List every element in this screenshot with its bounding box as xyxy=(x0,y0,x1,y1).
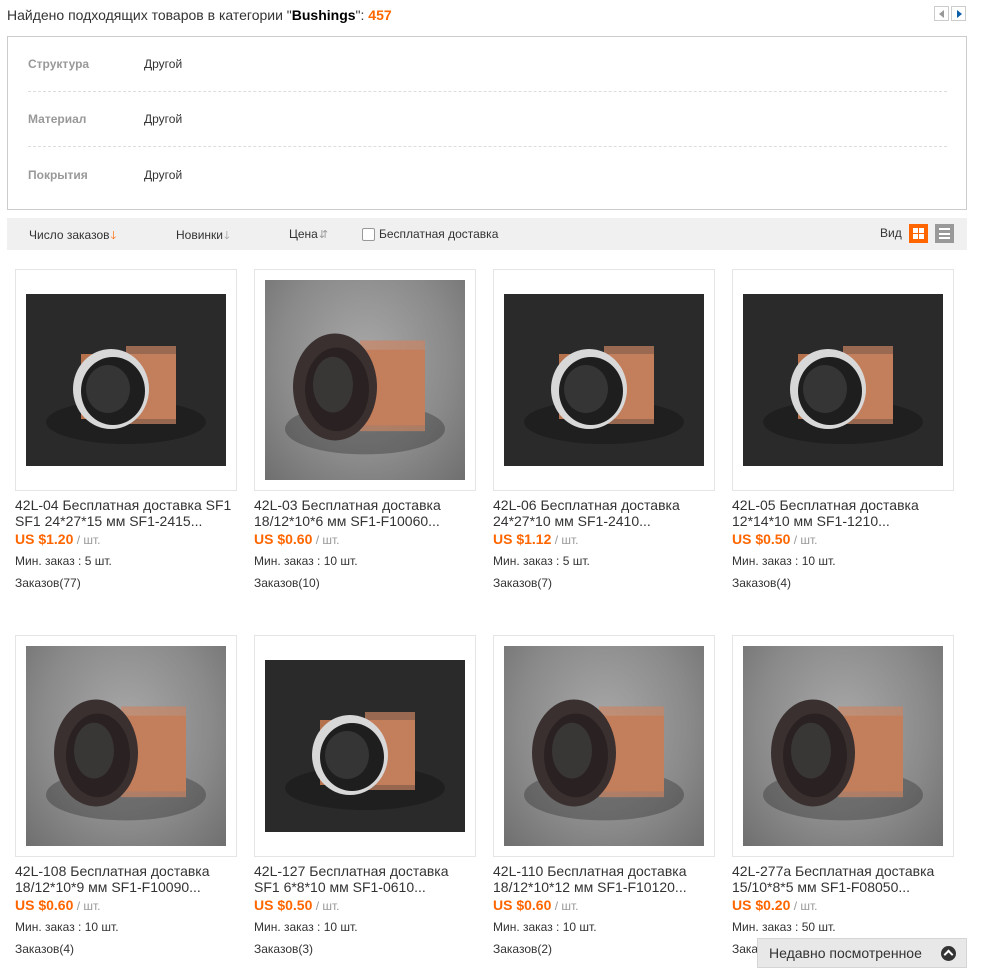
min-order: Мин. заказ : 10 шт. xyxy=(732,554,836,568)
product-price: US $0.50 / шт. xyxy=(732,531,818,547)
min-order: Мин. заказ : 50 шт. xyxy=(732,920,836,934)
product-card[interactable]: 42L-127 Бесплатная доставка SF1 6*8*10 м… xyxy=(254,635,476,968)
product-image-box[interactable] xyxy=(15,269,237,491)
min-order: Мин. заказ : 10 шт. xyxy=(15,920,119,934)
product-image-box[interactable] xyxy=(15,635,237,857)
product-image[interactable] xyxy=(26,294,226,466)
results-count: 457 xyxy=(368,7,392,23)
min-order: Мин. заказ : 5 шт. xyxy=(493,554,590,568)
product-title[interactable]: 42L-110 Бесплатная доставка 18/12*10*12 … xyxy=(493,863,717,895)
product-title[interactable]: 42L-05 Бесплатная доставка 12*14*10 мм S… xyxy=(732,497,956,529)
filter-value[interactable]: Другой xyxy=(144,168,182,182)
orders-count[interactable]: Заказов(7) xyxy=(493,576,552,590)
arrow-down-icon: 🡓 xyxy=(224,230,230,242)
product-title[interactable]: 42L-04 Бесплатная доставка SF1 SF1 24*27… xyxy=(15,497,239,529)
product-image[interactable] xyxy=(265,280,465,480)
filter-panel: Структура Другой Материал Другой Покрыти… xyxy=(7,36,967,210)
product-price: US $0.60 / шт. xyxy=(493,897,579,913)
view-label: Вид xyxy=(880,226,902,240)
product-image[interactable] xyxy=(743,294,943,466)
product-price: US $1.20 / шт. xyxy=(15,531,101,547)
sort-bar: Число заказов🡓 Новинки🡓 Цена⇵ Бесплатная… xyxy=(7,218,967,250)
grid-view-icon[interactable] xyxy=(909,224,928,243)
sort-by-new[interactable]: Новинки🡓 xyxy=(176,227,230,246)
filter-row-coating: Покрытия Другой xyxy=(28,147,947,202)
orders-count[interactable]: Заказов(3) xyxy=(254,942,313,956)
filter-name: Структура xyxy=(28,57,90,71)
min-order: Мин. заказ : 10 шт. xyxy=(254,920,358,934)
product-card[interactable]: 42L-110 Бесплатная доставка 18/12*10*12 … xyxy=(493,635,715,968)
recently-viewed-bar[interactable]: Недавно посмотренное xyxy=(757,938,967,968)
min-order: Мин. заказ : 10 шт. xyxy=(493,920,597,934)
results-summary: Найдено подходящих товаров в категории "… xyxy=(7,7,392,23)
orders-count[interactable]: Заказов(77) xyxy=(15,576,81,590)
free-shipping-filter[interactable]: Бесплатная доставка xyxy=(362,227,498,241)
product-price: US $0.60 / шт. xyxy=(15,897,101,913)
product-image-box[interactable] xyxy=(732,635,954,857)
sort-by-orders[interactable]: Число заказов🡓 xyxy=(29,227,116,246)
product-card[interactable]: 42L-06 Бесплатная доставка 24*27*10 мм S… xyxy=(493,269,715,609)
filter-row-structure: Структура Другой xyxy=(28,37,947,92)
product-card[interactable]: 42L-04 Бесплатная доставка SF1 SF1 24*27… xyxy=(15,269,237,609)
filter-name: Покрытия xyxy=(28,167,88,182)
sort-by-price[interactable]: Цена⇵ xyxy=(289,227,328,241)
product-card[interactable]: 42L-277a Бесплатная доставка 15/10*8*5 м… xyxy=(732,635,954,968)
product-price: US $0.50 / шт. xyxy=(254,897,340,913)
product-image-box[interactable] xyxy=(254,269,476,491)
product-title[interactable]: 42L-277a Бесплатная доставка 15/10*8*5 м… xyxy=(732,863,956,895)
product-title[interactable]: 42L-06 Бесплатная доставка 24*27*10 мм S… xyxy=(493,497,717,529)
product-title[interactable]: 42L-127 Бесплатная доставка SF1 6*8*10 м… xyxy=(254,863,478,895)
orders-count[interactable]: Заказов(10) xyxy=(254,576,320,590)
product-card[interactable]: 42L-05 Бесплатная доставка 12*14*10 мм S… xyxy=(732,269,954,609)
product-card[interactable]: 42L-03 Бесплатная доставка 18/12*10*6 мм… xyxy=(254,269,476,609)
product-image[interactable] xyxy=(504,646,704,846)
min-order: Мин. заказ : 5 шт. xyxy=(15,554,112,568)
min-order: Мин. заказ : 10 шт. xyxy=(254,554,358,568)
filter-name: Материал xyxy=(28,112,87,126)
orders-count[interactable]: Заказов(4) xyxy=(15,942,74,956)
product-card[interactable]: 42L-108 Бесплатная доставка 18/12*10*9 м… xyxy=(15,635,237,968)
product-image[interactable] xyxy=(26,646,226,846)
product-image-box[interactable] xyxy=(493,635,715,857)
prev-page-button[interactable] xyxy=(934,6,949,21)
product-image-box[interactable] xyxy=(493,269,715,491)
category-name: Bushings xyxy=(291,7,356,23)
filter-row-material: Материал Другой xyxy=(28,92,947,147)
orders-count[interactable]: Заказов(2) xyxy=(493,942,552,956)
arrow-down-icon: 🡓 xyxy=(110,230,117,242)
product-image[interactable] xyxy=(743,646,943,846)
free-shipping-checkbox[interactable] xyxy=(362,227,375,241)
chevron-up-icon[interactable] xyxy=(941,946,956,961)
product-price: US $0.20 / шт. xyxy=(732,897,818,913)
product-image[interactable] xyxy=(504,294,704,466)
pager xyxy=(934,6,966,21)
orders-count[interactable]: Заказов(4) xyxy=(732,576,791,590)
product-title[interactable]: 42L-03 Бесплатная доставка 18/12*10*6 мм… xyxy=(254,497,478,529)
list-view-icon[interactable] xyxy=(935,224,954,243)
next-page-button[interactable] xyxy=(951,6,966,21)
product-image-box[interactable] xyxy=(732,269,954,491)
filter-value[interactable]: Другой xyxy=(144,112,182,126)
product-title[interactable]: 42L-108 Бесплатная доставка 18/12*10*9 м… xyxy=(15,863,239,895)
sort-updown-icon: ⇵ xyxy=(318,229,329,241)
product-image-box[interactable] xyxy=(254,635,476,857)
product-price: US $0.60 / шт. xyxy=(254,531,340,547)
product-price: US $1.12 / шт. xyxy=(493,531,579,547)
product-image[interactable] xyxy=(265,660,465,832)
filter-value[interactable]: Другой xyxy=(144,57,182,71)
